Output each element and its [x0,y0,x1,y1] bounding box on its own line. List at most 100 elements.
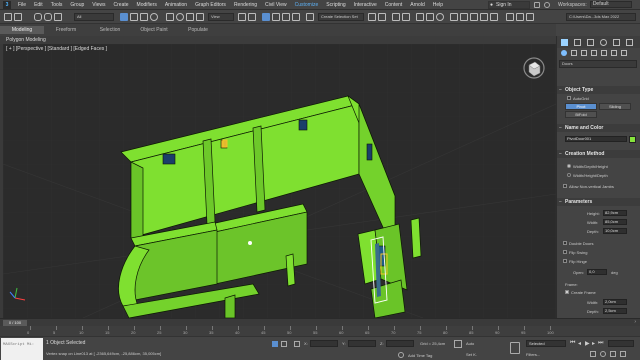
menu-item-graph-editors[interactable]: Graph Editors [191,2,230,8]
rectangular-selection-icon[interactable] [140,13,148,21]
set-key-icon[interactable] [510,342,520,354]
object-color-swatch[interactable] [629,136,636,143]
menu-item-scripting[interactable]: Scripting [322,2,349,8]
curve-editor-icon[interactable] [416,13,424,21]
menu-item-file[interactable]: File [14,2,30,8]
space-warps-icon[interactable] [611,50,617,56]
schematic-view-icon[interactable] [426,13,434,21]
time-slider-bar[interactable]: 0 / 100 › [0,318,640,326]
reference-coordinate-dropdown[interactable]: View [208,13,234,21]
rollout-object-type[interactable]: Object Type [557,86,640,94]
material-editor-icon[interactable] [436,13,444,21]
pivot-door-button[interactable]: Pivot [565,103,597,110]
orbit-icon[interactable] [600,351,606,357]
render-production-icon[interactable] [470,13,478,21]
maximize-viewport-icon[interactable] [620,351,626,357]
helpers-icon[interactable] [601,50,607,56]
render-in-cloud-icon[interactable] [480,13,488,21]
next-frame-icon[interactable]: ▸ [592,340,595,347]
menu-item-edit[interactable]: Edit [30,2,47,8]
menu-item-arnold[interactable]: Arnold [406,2,428,8]
selection-filter-dropdown[interactable]: All [74,13,114,21]
app-logo[interactable]: 3 [3,0,11,9]
angle-snap-icon[interactable] [272,13,280,21]
previous-frame-icon[interactable]: ◂ [578,340,581,347]
link-icon[interactable] [34,13,42,21]
object-category-dropdown[interactable]: Doors [559,60,637,68]
toggle-ribbon-icon[interactable] [402,13,410,21]
ribbon-polygon-modeling[interactable]: Polygon Modeling [0,36,556,44]
bind-space-warp-icon[interactable] [54,13,62,21]
selection-lock-icon[interactable] [281,341,287,347]
set-key-button[interactable]: Set K. [466,352,477,357]
ribbon-tab-modeling[interactable]: Modeling [0,26,44,34]
align-icon[interactable] [378,13,386,21]
maxscript-listener[interactable]: MAXScript Mi: [1,338,43,360]
hierarchy-tab-icon[interactable] [587,39,594,46]
menu-item-views[interactable]: Views [88,2,109,8]
utilities-tab-icon[interactable] [626,39,633,46]
key-filter-dropdown[interactable]: Selected [526,340,566,347]
modify-tab-icon[interactable] [574,39,581,46]
layer-explorer-icon[interactable] [392,13,400,21]
open-angle-field[interactable]: 0,0 [587,269,607,275]
frame-depth-field[interactable]: 2,5cm [603,308,627,314]
help-icon[interactable] [544,2,550,8]
mirror-icon[interactable] [368,13,376,21]
render-setup-icon[interactable] [450,13,458,21]
flip-hinge-checkbox[interactable] [563,259,567,263]
pan-view-icon[interactable] [590,351,596,357]
create-tab-icon[interactable] [561,39,568,46]
radio-width-height-depth[interactable] [567,173,571,177]
named-selection-sets-dropdown[interactable]: Create Selection Set [318,13,364,21]
geometry-icon[interactable] [561,50,567,56]
select-scale-icon[interactable] [186,13,194,21]
workspaces-dropdown[interactable]: Default [589,1,632,9]
cart-icon[interactable] [534,2,540,8]
ribbon-tab-selection[interactable]: Selection [88,27,132,33]
flip-swing-checkbox[interactable] [563,250,567,254]
ribbon-tab-populate[interactable]: Populate [176,27,220,33]
rollout-name-and-color[interactable]: Name and Color [557,124,640,132]
pivot-center-icon[interactable] [238,13,246,21]
rollout-creation-method[interactable]: Creation Method [557,150,640,158]
menu-item-help[interactable]: Help [429,2,447,8]
autogrid-checkbox[interactable] [567,96,571,100]
time-tag-icon[interactable] [398,352,404,358]
viewport-label[interactable]: [ + ] [Perspective ] [Standard ] [Edged … [6,46,107,52]
rollout-parameters[interactable]: Parameters [557,198,640,206]
unlink-icon[interactable] [44,13,52,21]
z-coordinate-field[interactable] [386,340,414,347]
track-bar[interactable]: 0 5 10 15 20 25 30 35 40 45 50 55 60 65 70 75 80 85 90 95 10… [0,326,640,336]
sliding-door-button[interactable]: Sliding [599,103,631,110]
bifold-door-button[interactable]: BiFold [565,111,597,118]
y-coordinate-field[interactable] [348,340,376,347]
select-by-name-icon[interactable] [130,13,138,21]
undo-icon[interactable] [4,13,12,21]
scene-explorer-icon[interactable] [526,13,534,21]
ribbon-tab-freeform[interactable]: Freeform [44,27,88,33]
isolate-selection-icon[interactable] [272,341,278,347]
x-coordinate-field[interactable] [310,340,338,347]
menu-item-civil-view[interactable]: Civil View [261,2,291,8]
menu-item-create[interactable]: Create [110,2,133,8]
current-frame-field[interactable] [608,340,634,347]
project-path-field[interactable]: C:\Users\Da...3ds Max 2022 [566,13,636,21]
rendered-frame-window-icon[interactable] [460,13,468,21]
snaps-toggle-icon[interactable] [262,13,270,21]
systems-icon[interactable] [621,50,627,56]
window-crossing-icon[interactable] [150,13,158,21]
menu-item-tools[interactable]: Tools [47,2,67,8]
key-mode-icon[interactable] [454,340,462,348]
depth-field[interactable]: 10,0cm [603,228,627,234]
menu-item-interactive[interactable]: Interactive [350,2,381,8]
menu-item-animation[interactable]: Animation [161,2,191,8]
a360-gallery-icon[interactable] [490,13,498,21]
menu-item-group[interactable]: Group [66,2,88,8]
play-icon[interactable]: ▶ [585,340,590,347]
time-slider-arrow-icon[interactable]: › [634,319,636,325]
cameras-icon[interactable] [591,50,597,56]
menu-item-rendering[interactable]: Rendering [230,2,261,8]
go-to-end-icon[interactable]: ⏭ [598,340,603,347]
percent-snap-icon[interactable] [282,13,290,21]
